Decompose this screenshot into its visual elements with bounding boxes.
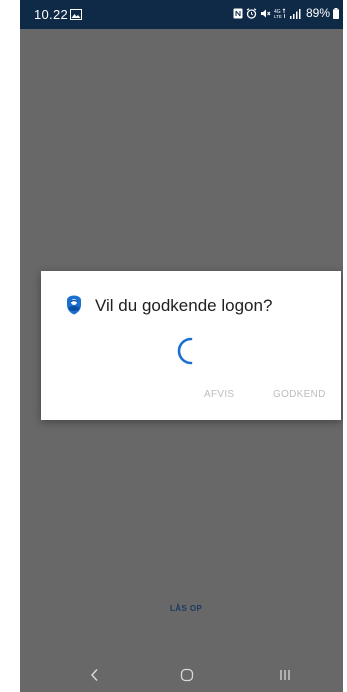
loading-spinner [171, 335, 203, 372]
authenticator-icon [65, 295, 83, 320]
reject-button[interactable]: AFVIS [200, 387, 238, 402]
lte-icon: 4G LTE [274, 7, 286, 19]
status-icons: 4G LTE 89% [233, 6, 339, 20]
battery-icon [333, 7, 339, 19]
dialog-title: Vil du godkende logon? [95, 296, 273, 315]
unlock-button[interactable]: LÅS OP [168, 602, 204, 615]
mute-icon [260, 8, 271, 19]
battery-percent: 89% [305, 6, 330, 20]
phone-screen: 10.22 4G LTE 89% Vil du godkende logon? … [20, 0, 343, 692]
approve-signin-dialog: Vil du godkende logon? AFVIS GODKEND [41, 271, 341, 420]
signal-icon [289, 8, 301, 19]
home-icon[interactable] [180, 668, 194, 687]
alarm-icon [246, 7, 257, 19]
status-bar: 10.22 4G LTE 89% [20, 0, 343, 29]
image-icon [70, 8, 82, 23]
nfc-icon [233, 8, 243, 19]
approve-button[interactable]: GODKEND [269, 387, 330, 402]
status-time: 10.22 [34, 7, 69, 22]
back-icon[interactable] [90, 668, 100, 687]
recent-apps-icon[interactable] [278, 668, 292, 687]
svg-text:LTE: LTE [274, 14, 282, 19]
